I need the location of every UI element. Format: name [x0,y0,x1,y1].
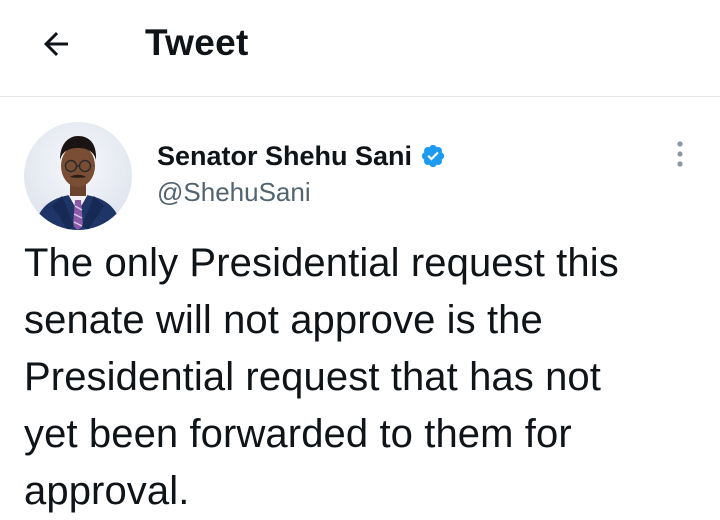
author-display-name: Senator Shehu Sani [157,141,413,171]
author-handle[interactable]: @ShehuSani [157,175,311,209]
page-title: Tweet [145,22,249,63]
more-options-button[interactable] [664,138,696,170]
profile-photo [24,122,132,230]
tweet-text: The only Presidential request this senat… [24,241,619,513]
tweet-detail-screen: Tweet Senator Shehu Sani @ShehuSani The … [0,0,720,520]
back-button[interactable] [36,24,76,64]
arrow-left-icon [44,32,68,56]
more-vertical-icon [677,141,683,167]
avatar[interactable] [24,122,132,230]
top-app-bar: Tweet [0,0,720,97]
verified-badge-icon [420,143,446,169]
author-name-link[interactable]: Senator Shehu Sani [157,139,446,173]
